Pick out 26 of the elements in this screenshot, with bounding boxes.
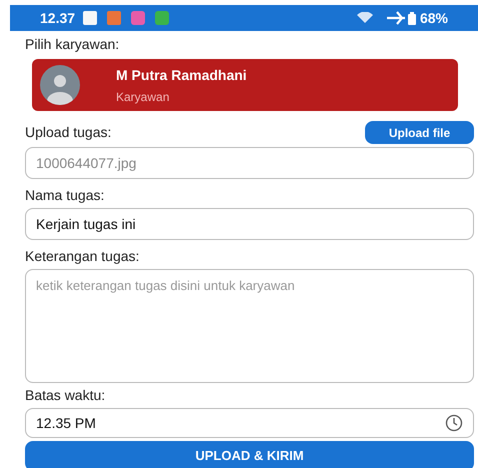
field-label: Pilih karyawan: bbox=[25, 35, 120, 54]
task-name-field[interactable]: Kerjain tugas ini bbox=[25, 208, 474, 240]
description-field[interactable]: ketik keterangan tugas disini untuk karyawan bbox=[25, 269, 474, 383]
battery-percentage: 68% bbox=[420, 8, 448, 28]
notification-icon bbox=[83, 11, 98, 25]
airplane-icon bbox=[386, 11, 405, 25]
status-time: 12.37 bbox=[40, 8, 76, 28]
notification-icon bbox=[131, 11, 146, 25]
clock-icon bbox=[445, 414, 463, 432]
battery-icon bbox=[408, 12, 416, 24]
employee-card[interactable]: M Putra Ramadhani Karyawan bbox=[32, 59, 458, 111]
field-label: Upload tugas: bbox=[25, 123, 112, 142]
upload-and-send-button[interactable]: UPLOAD & KIRIM bbox=[25, 441, 474, 468]
employee-name: M Putra Ramadhani bbox=[116, 66, 247, 84]
upload-file-button[interactable]: Upload file bbox=[365, 121, 474, 144]
employee-role: Karyawan bbox=[116, 88, 170, 106]
notification-icon bbox=[107, 11, 122, 25]
time-value: 12.35 PM bbox=[36, 414, 97, 432]
field-label: Keterangan tugas: bbox=[25, 247, 140, 266]
avatar-icon bbox=[40, 65, 80, 105]
field-label: Batas waktu: bbox=[25, 386, 106, 405]
time-field[interactable]: 12.35 PM bbox=[25, 408, 474, 438]
wifi-icon bbox=[356, 12, 373, 24]
field-label: Nama tugas: bbox=[25, 186, 106, 205]
notification-icon bbox=[155, 11, 170, 25]
file-name-field[interactable]: 1000644077.jpg bbox=[25, 147, 474, 179]
